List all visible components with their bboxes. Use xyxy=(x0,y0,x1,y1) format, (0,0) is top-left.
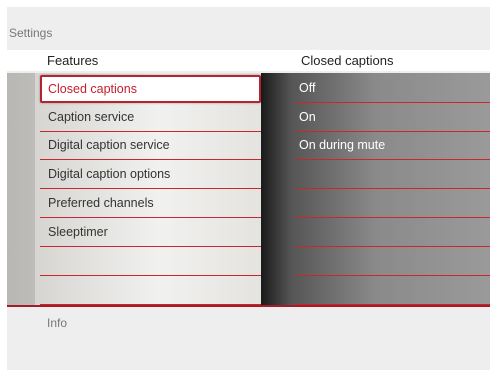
menu-item-empty xyxy=(40,277,261,305)
submenu-column-title: Closed captions xyxy=(301,53,394,68)
menu-item-closed-captions[interactable]: Closed captions xyxy=(40,75,261,103)
option-empty xyxy=(295,219,490,247)
features-column-title: Features xyxy=(47,53,99,68)
option-empty xyxy=(295,248,490,276)
option-on[interactable]: On xyxy=(295,104,490,132)
option-on-during-mute[interactable]: On during mute xyxy=(295,132,490,160)
option-empty xyxy=(295,277,490,305)
divider xyxy=(7,305,490,307)
menu-item-digital-caption-service[interactable]: Digital caption service xyxy=(40,132,261,160)
page-title: Settings xyxy=(9,26,53,40)
menu-item-digital-caption-options[interactable]: Digital caption options xyxy=(40,161,261,189)
menu-item-preferred-channels[interactable]: Preferred channels xyxy=(40,190,261,218)
menu-item-empty xyxy=(40,248,261,276)
menu-item-caption-service[interactable]: Caption service xyxy=(40,104,261,132)
option-off[interactable]: Off xyxy=(295,75,490,103)
option-empty xyxy=(295,161,490,189)
menu-item-sleeptimer[interactable]: Sleeptimer xyxy=(40,219,261,247)
info-button[interactable]: Info xyxy=(47,316,67,330)
option-empty xyxy=(295,190,490,218)
